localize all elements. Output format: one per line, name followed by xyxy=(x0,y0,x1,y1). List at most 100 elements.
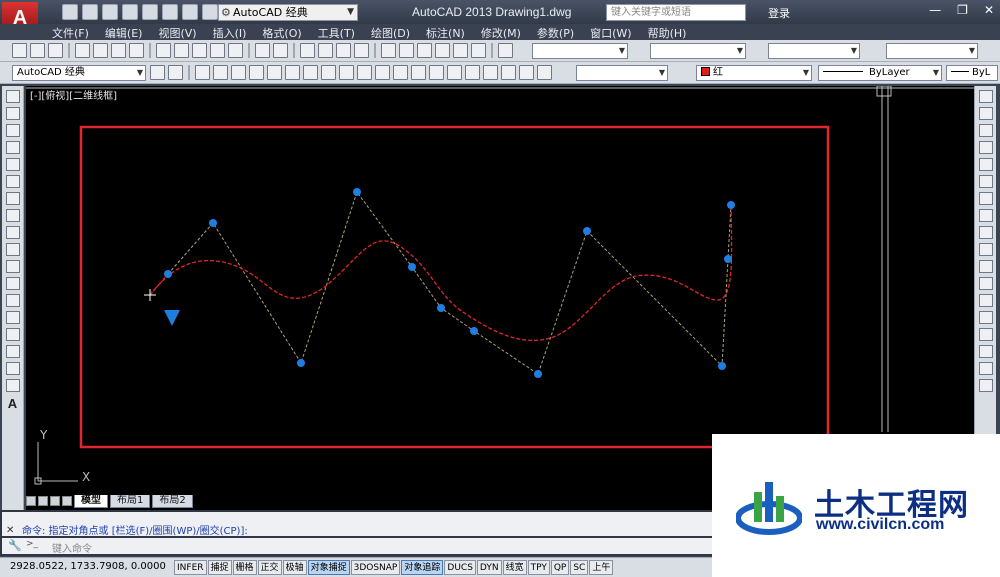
menu-item-tools[interactable]: 工具(T) xyxy=(310,24,363,40)
block-editor-icon[interactable] xyxy=(228,43,243,58)
table-style-select[interactable]: ▼ xyxy=(768,43,860,59)
table-icon[interactable] xyxy=(5,379,20,392)
explode-icon[interactable] xyxy=(978,379,993,392)
tab-last-icon[interactable] xyxy=(62,496,72,506)
menu-item-file[interactable]: 文件(F) xyxy=(44,24,97,40)
tab-model[interactable]: 模型 xyxy=(74,494,108,508)
join-icon[interactable] xyxy=(978,311,993,324)
extend-icon[interactable] xyxy=(978,260,993,273)
toggle-dyn[interactable]: DYN xyxy=(476,560,502,575)
tab-next-icon[interactable] xyxy=(50,496,60,506)
continue-icon[interactable] xyxy=(375,65,390,80)
multiline-text-icon[interactable]: A xyxy=(8,396,17,411)
open-file-icon[interactable] xyxy=(82,4,98,20)
ellipse-arc-icon[interactable] xyxy=(5,260,20,273)
angular-icon[interactable] xyxy=(321,65,336,80)
stretch-icon[interactable] xyxy=(978,226,993,239)
control-vertex[interactable] xyxy=(583,227,591,235)
workspace-style-select[interactable]: AutoCAD 经典 ▼ xyxy=(12,65,146,81)
spline-curve[interactable] xyxy=(149,204,733,342)
toggle-am[interactable]: 上午 xyxy=(589,560,614,575)
control-vertex[interactable] xyxy=(470,327,478,335)
revision-cloud-icon[interactable] xyxy=(5,209,20,222)
control-vertex[interactable] xyxy=(534,370,542,378)
control-vertex[interactable] xyxy=(727,201,735,209)
redo-icon[interactable] xyxy=(273,43,288,58)
diameter-icon[interactable] xyxy=(303,65,318,80)
zoom-previous-icon[interactable] xyxy=(354,43,369,58)
jogged-linear-icon[interactable] xyxy=(483,65,498,80)
color-select[interactable]: 红 ▼ xyxy=(696,65,812,81)
markup-icon[interactable] xyxy=(453,43,468,58)
edit-dim-icon[interactable] xyxy=(501,65,516,80)
sheet-set-icon[interactable] xyxy=(435,43,450,58)
space-icon[interactable] xyxy=(393,65,408,80)
center-mark-icon[interactable] xyxy=(447,65,462,80)
new-file-icon[interactable] xyxy=(62,4,78,20)
quickcalc-icon[interactable] xyxy=(471,43,486,58)
toggle-grid[interactable]: 栅格 xyxy=(232,560,257,575)
menu-item-format[interactable]: 格式(O) xyxy=(254,24,309,40)
spline-icon[interactable] xyxy=(5,226,20,239)
copy-object-icon[interactable] xyxy=(978,107,993,120)
mirror-icon[interactable] xyxy=(978,124,993,137)
toggle-ducs[interactable]: DUCS xyxy=(444,560,476,575)
ordinate-icon[interactable] xyxy=(249,65,264,80)
redo-icon[interactable] xyxy=(202,4,218,20)
offset-icon[interactable] xyxy=(978,141,993,154)
zoom-realtime-icon[interactable] xyxy=(318,43,333,58)
linetype-select[interactable]: ByLayer ▼ xyxy=(818,65,942,81)
close-icon[interactable]: ✕ xyxy=(6,525,14,536)
aligned-dim-icon[interactable] xyxy=(213,65,228,80)
copy-icon[interactable] xyxy=(174,43,189,58)
text-style-select[interactable]: ▼ xyxy=(532,43,628,59)
control-vertex[interactable] xyxy=(408,263,416,271)
multileader-style-select[interactable]: ▼ xyxy=(886,43,978,59)
toggle-snap[interactable]: 捕捉 xyxy=(207,560,232,575)
toggle-otrack[interactable]: 对象追踪 xyxy=(401,560,444,575)
toggle-lineweight[interactable]: 线宽 xyxy=(502,560,527,575)
scale-icon[interactable] xyxy=(978,209,993,222)
design-center-icon[interactable] xyxy=(399,43,414,58)
preview-icon[interactable] xyxy=(93,43,108,58)
restore-icon[interactable]: ❐ xyxy=(957,3,968,17)
control-vertex[interactable] xyxy=(297,359,305,367)
save-icon[interactable] xyxy=(48,43,63,58)
close-icon[interactable]: ✕ xyxy=(984,3,994,17)
menu-item-parameter[interactable]: 参数(P) xyxy=(529,24,582,40)
undo-icon[interactable] xyxy=(182,4,198,20)
toggle-osnap[interactable]: 对象捕捉 xyxy=(307,560,350,575)
hatch-icon[interactable] xyxy=(5,328,20,341)
toggle-3dosnap[interactable]: 3DOSNAP xyxy=(350,560,401,575)
menu-item-view[interactable]: 视图(V) xyxy=(150,24,204,40)
print-icon[interactable] xyxy=(75,43,90,58)
save-as-icon[interactable] xyxy=(122,4,138,20)
workspace-select[interactable]: ⚙ AutoCAD 经典 ▼ xyxy=(218,4,358,21)
tolerance-icon[interactable] xyxy=(429,65,444,80)
control-vertex[interactable] xyxy=(718,362,726,370)
toggle-ortho[interactable]: 正交 xyxy=(257,560,282,575)
move-icon[interactable] xyxy=(978,175,993,188)
print-icon[interactable] xyxy=(162,4,178,20)
help-icon[interactable] xyxy=(498,43,513,58)
break-icon[interactable] xyxy=(978,294,993,307)
pan-icon[interactable] xyxy=(300,43,315,58)
insert-block-icon[interactable] xyxy=(5,277,20,290)
blend-icon[interactable] xyxy=(978,362,993,375)
toggle-tpy[interactable]: TPY xyxy=(527,560,550,575)
point-icon[interactable] xyxy=(5,311,20,324)
control-vertex[interactable] xyxy=(164,270,172,278)
menu-item-help[interactable]: 帮助(H) xyxy=(640,24,695,40)
wrench-icon[interactable]: 🔧 xyxy=(8,539,22,552)
control-vertex[interactable] xyxy=(353,188,361,196)
toggle-sc[interactable]: SC xyxy=(570,560,589,575)
menu-item-dimension[interactable]: 标注(N) xyxy=(418,24,473,40)
arc-length-icon[interactable] xyxy=(231,65,246,80)
menu-item-draw[interactable]: 绘图(D) xyxy=(363,24,418,40)
toggle-qp[interactable]: QP xyxy=(550,560,570,575)
tool-palettes-icon[interactable] xyxy=(417,43,432,58)
login-link[interactable]: 登录 xyxy=(768,5,790,21)
cut-icon[interactable] xyxy=(156,43,171,58)
publish-icon[interactable] xyxy=(111,43,126,58)
arc-icon[interactable] xyxy=(5,175,20,188)
